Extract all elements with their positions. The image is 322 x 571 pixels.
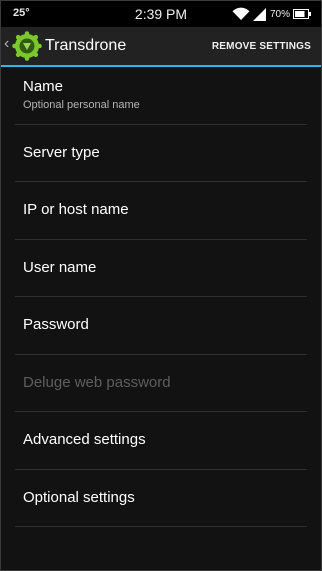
screen: 25° 2:39 PM 70% ‹ Transdrone REMOVE SETT… [0, 0, 322, 571]
setting-label: Password [23, 316, 89, 333]
setting-name[interactable]: Name Optional personal name [15, 67, 307, 125]
wifi-icon [232, 7, 250, 21]
setting-advanced-settings[interactable]: Advanced settings [15, 412, 307, 470]
battery-percent: 70% [269, 8, 290, 20]
setting-label: Advanced settings [23, 431, 146, 448]
up-caret-icon[interactable]: ‹ [4, 36, 9, 52]
setting-optional-settings[interactable]: Optional settings [15, 470, 307, 527]
setting-server-type[interactable]: Server type [15, 125, 307, 182]
signal-icon [252, 7, 266, 21]
setting-ip-or-host-name[interactable]: IP or host name [15, 182, 307, 240]
setting-label: IP or host name [23, 201, 129, 218]
setting-label: Deluge web password [23, 373, 171, 391]
setting-label: Name [23, 78, 64, 95]
settings-list: Name Optional personal name Server type … [1, 67, 321, 527]
status-icons: 70% [232, 5, 311, 23]
setting-summary: Optional personal name [23, 99, 140, 111]
setting-label: Optional settings [23, 488, 135, 506]
transdrone-app-icon[interactable] [12, 31, 42, 61]
status-bar: 25° 2:39 PM 70% [1, 1, 321, 27]
app-title: Transdrone [45, 37, 127, 54]
action-bar: ‹ Transdrone REMOVE SETTINGS [1, 27, 321, 67]
setting-deluge-web-password: Deluge web password [15, 355, 307, 412]
setting-label: User name [23, 258, 97, 276]
setting-label: Server type [23, 143, 100, 161]
setting-user-name[interactable]: User name [15, 240, 307, 297]
setting-password[interactable]: Password [15, 297, 307, 355]
remove-settings-button[interactable]: REMOVE SETTINGS [212, 41, 311, 52]
battery-icon [293, 9, 311, 19]
